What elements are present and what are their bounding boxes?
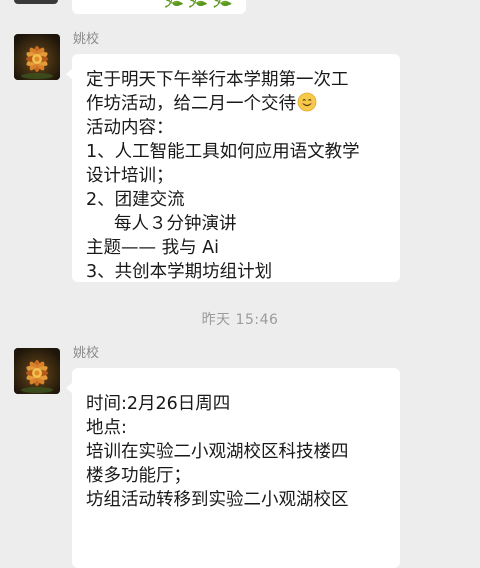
smiling-face-emoji-icon bbox=[297, 92, 317, 112]
previous-message-emoji: 🌿🌿🌿 bbox=[162, 0, 235, 8]
message-line: 坊组活动转移到实验二小观湖校区 bbox=[86, 490, 349, 510]
message-line: 时间:2月26日周四 bbox=[86, 394, 231, 414]
sender-name: 姚校 bbox=[73, 346, 100, 361]
previous-message-bubble[interactable]: 🌿🌿🌿 bbox=[72, 0, 246, 14]
lotus-flower-avatar-icon[interactable] bbox=[14, 34, 60, 80]
lotus-flower-avatar-icon[interactable] bbox=[14, 348, 60, 394]
message-line: 地点: bbox=[86, 418, 127, 438]
message-line: 定于明天下午举行本学期第一次工 bbox=[86, 70, 349, 90]
previous-avatar[interactable] bbox=[14, 0, 58, 4]
message-line: 设计培训； bbox=[86, 166, 174, 186]
message-line: 作坊活动，给二月一个交待 bbox=[86, 92, 388, 116]
message-line: 活动内容： bbox=[86, 118, 174, 138]
message-bubble[interactable]: 时间:2月26日周四 地点: 培训在实验二小观湖校区科技楼四 楼多功能厅； 坊组… bbox=[66, 368, 400, 568]
sender-name: 姚校 bbox=[73, 32, 100, 47]
message-line: 2、团建交流 bbox=[86, 190, 185, 210]
message-line: 培训在实验二小观湖校区科技楼四 bbox=[86, 442, 349, 462]
message-line: 主题—— 我与 Ai bbox=[86, 238, 219, 258]
message-line: 3、共创本学期坊组计划 bbox=[86, 262, 273, 282]
message-bubble[interactable]: 定于明天下午举行本学期第一次工 作坊活动，给二月一个交待 活动内容： 1、人工智… bbox=[66, 54, 400, 282]
message-line: 1、人工智能工具如何应用语文教学 bbox=[86, 142, 360, 162]
timestamp-divider: 昨天 15:46 bbox=[201, 312, 279, 328]
message-line: 每人３分钟演讲 bbox=[114, 214, 237, 234]
message-line: 楼多功能厅； bbox=[86, 466, 191, 486]
